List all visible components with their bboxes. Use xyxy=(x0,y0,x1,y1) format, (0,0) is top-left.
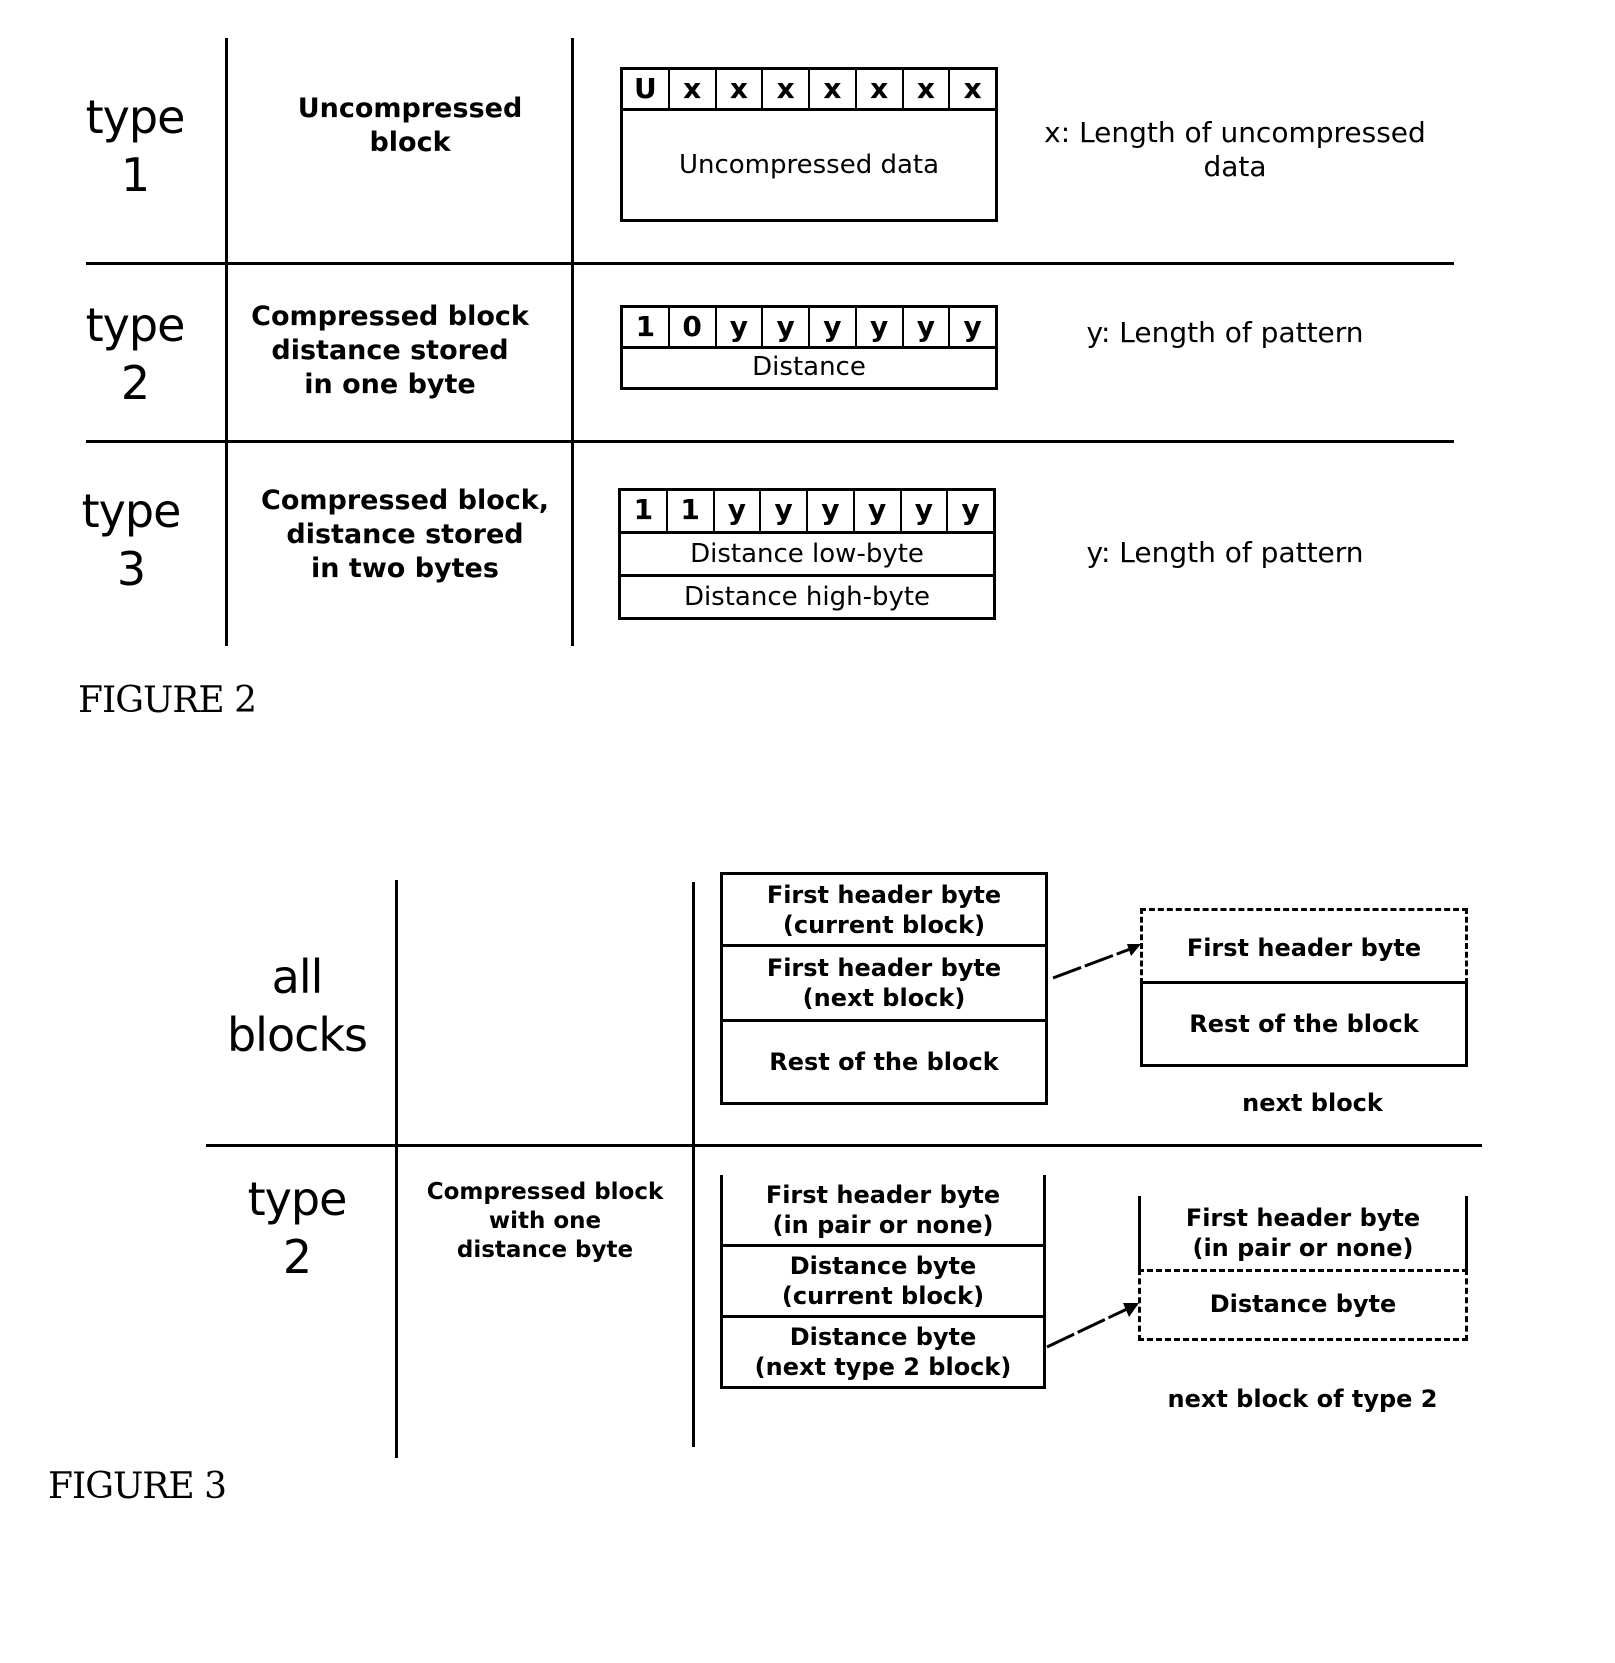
bit-cell: y xyxy=(961,493,980,526)
row-divider xyxy=(206,1144,1482,1147)
bit-cell: x xyxy=(857,70,904,108)
bit-cell: 0 xyxy=(670,308,717,346)
column-divider xyxy=(692,882,695,1447)
block-field: Distance byte (current block) xyxy=(720,1244,1046,1318)
data-field: Uncompressed data xyxy=(620,108,998,222)
row-divider xyxy=(86,440,1454,443)
field-note: x: Length of uncompressed data xyxy=(1044,116,1426,183)
bit-cell: y xyxy=(810,308,857,346)
bit-cell: x xyxy=(763,70,810,108)
bit-cell: 1 xyxy=(623,308,670,346)
type-description: Compressed block distance stored in one … xyxy=(251,301,529,400)
next-block-label: next block of type 2 xyxy=(1167,1385,1438,1413)
block-field: First header byte (next block) xyxy=(720,944,1048,1022)
bit-cell: U xyxy=(623,70,670,108)
block-field: Distance byte (next type 2 block) xyxy=(720,1315,1046,1389)
bit-cell: y xyxy=(761,491,808,531)
distance-high-byte-field: Distance high-byte xyxy=(618,574,996,620)
type-label: type 3 xyxy=(81,484,182,596)
field-note: y: Length of pattern xyxy=(1086,536,1364,569)
bit-cell: 1 xyxy=(621,491,668,531)
bit-cell: x xyxy=(717,70,764,108)
type-label: type 1 xyxy=(85,90,186,202)
bit-cell: y xyxy=(715,491,762,531)
bit-cell: x xyxy=(963,72,982,105)
bit-cell: x xyxy=(670,70,717,108)
bit-cell: y xyxy=(855,491,902,531)
bit-cell: y xyxy=(763,308,810,346)
column-divider xyxy=(395,880,398,1458)
type-label: type 2 xyxy=(85,298,186,410)
bit-cell: y xyxy=(717,308,764,346)
distance-low-byte-field: Distance low-byte xyxy=(618,531,996,577)
figure-caption: FIGURE 2 xyxy=(78,680,257,721)
header-byte-bits: 1 1 y y y y y y xyxy=(618,488,996,534)
type-label: all blocks xyxy=(226,950,368,1062)
block-field: First header byte (current block) xyxy=(720,872,1048,947)
pointer-arrow xyxy=(1052,944,1141,980)
field-note: y: Length of pattern xyxy=(1086,316,1364,349)
bit-cell: y xyxy=(857,308,904,346)
bit-cell: y xyxy=(902,491,949,531)
next-block-rest-field: Rest of the block xyxy=(1140,981,1468,1067)
next-block-label: next block xyxy=(1242,1089,1383,1117)
figure-caption: FIGURE 3 xyxy=(48,1466,227,1507)
row-divider xyxy=(86,262,1454,265)
block-field: Rest of the block xyxy=(720,1019,1048,1105)
type-label: type 2 xyxy=(247,1172,348,1284)
bit-cell: y xyxy=(963,310,982,343)
header-byte-bits: 1 0 y y y y y y xyxy=(620,305,998,349)
block-field: First header byte (in pair or none) xyxy=(720,1175,1046,1247)
bit-cell: x xyxy=(904,70,951,108)
next-block-header-field: First header byte xyxy=(1140,908,1468,984)
pointer-arrow xyxy=(1046,1303,1139,1349)
type-description: Compressed block, distance stored in two… xyxy=(261,485,549,584)
bit-cell: 1 xyxy=(668,491,715,531)
bit-cell: x xyxy=(810,70,857,108)
bit-cell: y xyxy=(904,308,951,346)
next-block-header-field: First header byte (in pair or none) xyxy=(1138,1196,1468,1272)
type-description: Compressed block with one distance byte xyxy=(426,1179,664,1263)
next-block-distance-field: Distance byte xyxy=(1138,1269,1468,1341)
type-description: Uncompressed block xyxy=(297,93,523,158)
bit-cell: y xyxy=(808,491,855,531)
header-byte-bits: U x x x x x x x xyxy=(620,67,998,111)
data-field: Distance xyxy=(620,346,998,390)
